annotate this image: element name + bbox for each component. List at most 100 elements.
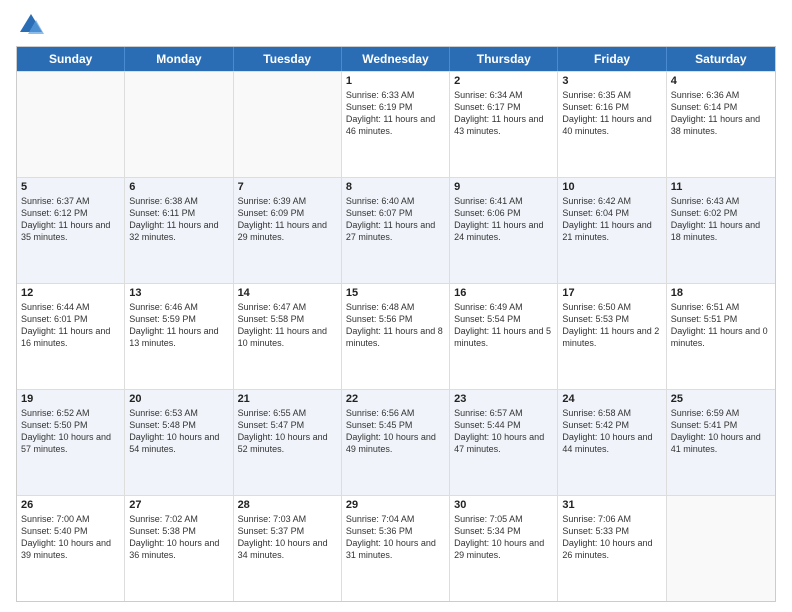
cell-date-number: 7 — [238, 181, 337, 193]
cell-date-number: 5 — [21, 181, 120, 193]
calendar-cell-24: 24Sunrise: 6:58 AM Sunset: 5:42 PM Dayli… — [558, 390, 666, 495]
cell-info-text: Sunrise: 6:49 AM Sunset: 5:54 PM Dayligh… — [454, 301, 553, 350]
logo-icon — [16, 10, 46, 40]
page: SundayMondayTuesdayWednesdayThursdayFrid… — [0, 0, 792, 612]
cell-date-number: 11 — [671, 181, 771, 193]
calendar-cell-empty — [667, 496, 775, 601]
day-header-friday: Friday — [558, 47, 666, 71]
cell-info-text: Sunrise: 6:36 AM Sunset: 6:14 PM Dayligh… — [671, 89, 771, 138]
day-header-tuesday: Tuesday — [234, 47, 342, 71]
cell-info-text: Sunrise: 6:50 AM Sunset: 5:53 PM Dayligh… — [562, 301, 661, 350]
cell-date-number: 21 — [238, 393, 337, 405]
cell-info-text: Sunrise: 6:56 AM Sunset: 5:45 PM Dayligh… — [346, 407, 445, 456]
calendar-cell-3: 3 Sunrise: 6:35 AM Sunset: 6:16 PM Daylig… — [558, 72, 666, 177]
calendar-header-row: SundayMondayTuesdayWednesdayThursdayFrid… — [17, 47, 775, 71]
cell-date-number: 25 — [671, 393, 771, 405]
calendar-row-1: 5 Sunrise: 6:37 AM Sunset: 6:12 PM Daylig… — [17, 177, 775, 283]
cell-date-number: 17 — [562, 287, 661, 299]
cell-info-text: Sunrise: 6:39 AM Sunset: 6:09 PM Dayligh… — [238, 195, 337, 244]
calendar-cell-empty — [234, 72, 342, 177]
cell-info-text: Sunrise: 7:04 AM Sunset: 5:36 PM Dayligh… — [346, 513, 445, 562]
calendar-cell-8: 8 Sunrise: 6:40 AM Sunset: 6:07 PM Daylig… — [342, 178, 450, 283]
calendar-body: 1 Sunrise: 6:33 AM Sunset: 6:19 PM Daylig… — [17, 71, 775, 601]
cell-info-text: Sunrise: 6:40 AM Sunset: 6:07 PM Dayligh… — [346, 195, 445, 244]
cell-info-text: Sunrise: 6:43 AM Sunset: 6:02 PM Dayligh… — [671, 195, 771, 244]
calendar-cell-26: 26 Sunrise: 7:00 AM Sunset: 5:40 PM Dayli… — [17, 496, 125, 601]
cell-date-number: 28 — [238, 499, 337, 511]
calendar-cell-31: 31 Sunrise: 7:06 AM Sunset: 5:33 PM Dayli… — [558, 496, 666, 601]
cell-info-text: Sunrise: 6:55 AM Sunset: 5:47 PM Dayligh… — [238, 407, 337, 456]
calendar-cell-11: 11 Sunrise: 6:43 AM Sunset: 6:02 PM Dayli… — [667, 178, 775, 283]
calendar-cell-2: 2Sunrise: 6:34 AM Sunset: 6:17 PM Daylig… — [450, 72, 558, 177]
cell-date-number: 3 — [562, 75, 661, 87]
cell-info-text: Sunrise: 6:48 AM Sunset: 5:56 PM Dayligh… — [346, 301, 445, 350]
calendar-cell-1: 1 Sunrise: 6:33 AM Sunset: 6:19 PM Daylig… — [342, 72, 450, 177]
cell-info-text: Sunrise: 6:35 AM Sunset: 6:16 PM Dayligh… — [562, 89, 661, 138]
day-header-saturday: Saturday — [667, 47, 775, 71]
cell-info-text: Sunrise: 7:02 AM Sunset: 5:38 PM Dayligh… — [129, 513, 228, 562]
calendar-row-2: 12Sunrise: 6:44 AM Sunset: 6:01 PM Dayli… — [17, 283, 775, 389]
cell-date-number: 6 — [129, 181, 228, 193]
cell-info-text: Sunrise: 7:06 AM Sunset: 5:33 PM Dayligh… — [562, 513, 661, 562]
calendar: SundayMondayTuesdayWednesdayThursdayFrid… — [16, 46, 776, 602]
cell-date-number: 20 — [129, 393, 228, 405]
cell-date-number: 26 — [21, 499, 120, 511]
calendar-cell-16: 16 Sunrise: 6:49 AM Sunset: 5:54 PM Dayli… — [450, 284, 558, 389]
calendar-cell-27: 27 Sunrise: 7:02 AM Sunset: 5:38 PM Dayli… — [125, 496, 233, 601]
cell-info-text: Sunrise: 6:57 AM Sunset: 5:44 PM Dayligh… — [454, 407, 553, 456]
cell-info-text: Sunrise: 6:44 AM Sunset: 6:01 PM Dayligh… — [21, 301, 120, 350]
calendar-cell-14: 14Sunrise: 6:47 AM Sunset: 5:58 PM Dayli… — [234, 284, 342, 389]
calendar-cell-10: 10Sunrise: 6:42 AM Sunset: 6:04 PM Dayli… — [558, 178, 666, 283]
cell-date-number: 29 — [346, 499, 445, 511]
cell-info-text: Sunrise: 6:46 AM Sunset: 5:59 PM Dayligh… — [129, 301, 228, 350]
calendar-row-0: 1 Sunrise: 6:33 AM Sunset: 6:19 PM Daylig… — [17, 71, 775, 177]
cell-info-text: Sunrise: 6:34 AM Sunset: 6:17 PM Dayligh… — [454, 89, 553, 138]
cell-info-text: Sunrise: 6:38 AM Sunset: 6:11 PM Dayligh… — [129, 195, 228, 244]
cell-date-number: 27 — [129, 499, 228, 511]
cell-date-number: 8 — [346, 181, 445, 193]
cell-info-text: Sunrise: 7:00 AM Sunset: 5:40 PM Dayligh… — [21, 513, 120, 562]
cell-date-number: 14 — [238, 287, 337, 299]
cell-info-text: Sunrise: 6:52 AM Sunset: 5:50 PM Dayligh… — [21, 407, 120, 456]
cell-date-number: 1 — [346, 75, 445, 87]
calendar-cell-21: 21 Sunrise: 6:55 AM Sunset: 5:47 PM Dayli… — [234, 390, 342, 495]
calendar-cell-30: 30 Sunrise: 7:05 AM Sunset: 5:34 PM Dayli… — [450, 496, 558, 601]
cell-date-number: 31 — [562, 499, 661, 511]
cell-info-text: Sunrise: 6:51 AM Sunset: 5:51 PM Dayligh… — [671, 301, 771, 350]
calendar-cell-28: 28 Sunrise: 7:03 AM Sunset: 5:37 PM Dayli… — [234, 496, 342, 601]
cell-date-number: 19 — [21, 393, 120, 405]
header — [16, 10, 776, 40]
cell-info-text: Sunrise: 7:05 AM Sunset: 5:34 PM Dayligh… — [454, 513, 553, 562]
cell-info-text: Sunrise: 6:33 AM Sunset: 6:19 PM Dayligh… — [346, 89, 445, 138]
cell-info-text: Sunrise: 6:59 AM Sunset: 5:41 PM Dayligh… — [671, 407, 771, 456]
calendar-cell-29: 29 Sunrise: 7:04 AM Sunset: 5:36 PM Dayli… — [342, 496, 450, 601]
cell-info-text: Sunrise: 6:37 AM Sunset: 6:12 PM Dayligh… — [21, 195, 120, 244]
cell-info-text: Sunrise: 6:41 AM Sunset: 6:06 PM Dayligh… — [454, 195, 553, 244]
calendar-cell-5: 5 Sunrise: 6:37 AM Sunset: 6:12 PM Daylig… — [17, 178, 125, 283]
cell-date-number: 15 — [346, 287, 445, 299]
cell-date-number: 9 — [454, 181, 553, 193]
day-header-monday: Monday — [125, 47, 233, 71]
calendar-cell-22: 22 Sunrise: 6:56 AM Sunset: 5:45 PM Dayli… — [342, 390, 450, 495]
calendar-cell-23: 23 Sunrise: 6:57 AM Sunset: 5:44 PM Dayli… — [450, 390, 558, 495]
day-header-thursday: Thursday — [450, 47, 558, 71]
calendar-cell-25: 25 Sunrise: 6:59 AM Sunset: 5:41 PM Dayli… — [667, 390, 775, 495]
calendar-cell-15: 15 Sunrise: 6:48 AM Sunset: 5:56 PM Dayli… — [342, 284, 450, 389]
calendar-row-4: 26 Sunrise: 7:00 AM Sunset: 5:40 PM Dayli… — [17, 495, 775, 601]
calendar-cell-12: 12Sunrise: 6:44 AM Sunset: 6:01 PM Dayli… — [17, 284, 125, 389]
logo — [16, 10, 50, 40]
cell-date-number: 22 — [346, 393, 445, 405]
calendar-cell-19: 19 Sunrise: 6:52 AM Sunset: 5:50 PM Dayli… — [17, 390, 125, 495]
cell-date-number: 4 — [671, 75, 771, 87]
cell-date-number: 16 — [454, 287, 553, 299]
calendar-cell-empty — [17, 72, 125, 177]
cell-info-text: Sunrise: 6:58 AM Sunset: 5:42 PM Dayligh… — [562, 407, 661, 456]
calendar-cell-20: 20Sunrise: 6:53 AM Sunset: 5:48 PM Dayli… — [125, 390, 233, 495]
cell-info-text: Sunrise: 6:42 AM Sunset: 6:04 PM Dayligh… — [562, 195, 661, 244]
calendar-row-3: 19 Sunrise: 6:52 AM Sunset: 5:50 PM Dayli… — [17, 389, 775, 495]
cell-date-number: 30 — [454, 499, 553, 511]
day-header-sunday: Sunday — [17, 47, 125, 71]
cell-date-number: 23 — [454, 393, 553, 405]
calendar-cell-9: 9 Sunrise: 6:41 AM Sunset: 6:06 PM Daylig… — [450, 178, 558, 283]
cell-info-text: Sunrise: 7:03 AM Sunset: 5:37 PM Dayligh… — [238, 513, 337, 562]
